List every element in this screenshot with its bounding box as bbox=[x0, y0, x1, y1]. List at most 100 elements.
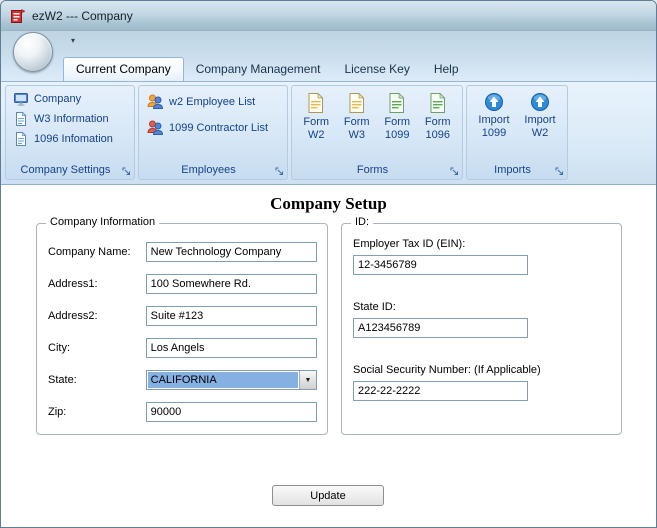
import-w2-button[interactable]: Import W2 bbox=[520, 89, 560, 163]
group-label-text: Company Settings bbox=[20, 164, 111, 176]
ein-input[interactable] bbox=[353, 255, 528, 275]
ribbon-item-label: W3 Information bbox=[34, 113, 109, 125]
ribbon: Company W3 Information 1096 Infomation C… bbox=[1, 81, 656, 185]
import-circle-icon bbox=[484, 92, 504, 112]
field-row-address2: Address2: bbox=[48, 306, 317, 326]
import-button-label: 1099 bbox=[481, 127, 507, 139]
dialog-launcher-icon[interactable] bbox=[555, 166, 564, 175]
form-document-icon bbox=[386, 92, 408, 114]
ribbon-chrome-top: ▾ Current Company Company Management Lic… bbox=[1, 31, 656, 81]
window-title: ezW2 --- Company bbox=[32, 8, 133, 23]
ribbon-item-company[interactable]: Company bbox=[10, 89, 130, 109]
import-1099-button[interactable]: Import 1099 bbox=[474, 89, 514, 163]
ribbon-group-forms: Form W2 Form W3 Form 1099 Form 1096 Form… bbox=[291, 85, 463, 180]
groupbox-legend-company-information: Company Information bbox=[46, 216, 160, 228]
form-button-label: Form bbox=[384, 116, 411, 128]
ribbon-group-employees: w2 Employee List 1099 Contractor List Em… bbox=[138, 85, 288, 180]
people-icon bbox=[146, 119, 164, 137]
groupbox-legend-id: ID: bbox=[351, 216, 374, 228]
form-button-label: 1099 bbox=[385, 129, 410, 141]
ribbon-item-label: w2 Employee List bbox=[169, 96, 256, 108]
company-setup-panel: Company Setup Company Information Compan… bbox=[1, 185, 656, 527]
group-label-text: Forms bbox=[356, 164, 389, 176]
import-circle-icon bbox=[530, 92, 550, 112]
import-button-label: Import bbox=[524, 114, 556, 126]
page-title: Company Setup bbox=[270, 194, 387, 213]
form-button-label: Form bbox=[343, 116, 370, 128]
ribbon-item-label: 1099 Contractor List bbox=[169, 122, 269, 134]
field-row-state: State: CALIFORNIA ▼ bbox=[48, 370, 317, 390]
dialog-launcher-icon[interactable] bbox=[450, 166, 459, 175]
ribbon-item-label: 1096 Infomation bbox=[34, 133, 113, 145]
city-input[interactable] bbox=[145, 338, 317, 358]
company-name-label: Company Name: bbox=[48, 246, 131, 258]
state-id-label: State ID: bbox=[353, 301, 396, 313]
update-button[interactable]: Update bbox=[272, 485, 384, 506]
form-1099-button[interactable]: Form 1099 bbox=[377, 89, 417, 163]
zip-input[interactable] bbox=[145, 402, 317, 422]
app-window: ezW2 --- Company ▾ Current Company Compa… bbox=[0, 0, 657, 528]
ribbon-tabstrip: Current Company Company Management Licen… bbox=[1, 57, 656, 81]
form-1096-button[interactable]: Form 1096 bbox=[418, 89, 458, 163]
ribbon-item-1096-infomation[interactable]: 1096 Infomation bbox=[10, 129, 130, 149]
dialog-launcher-icon[interactable] bbox=[275, 166, 284, 175]
ein-label: Employer Tax ID (EIN): bbox=[353, 238, 466, 250]
tab-current-company[interactable]: Current Company bbox=[63, 57, 184, 81]
tab-company-management[interactable]: Company Management bbox=[184, 58, 333, 81]
w3-document-icon bbox=[13, 111, 29, 127]
state-selected-value: CALIFORNIA bbox=[147, 372, 298, 388]
quick-access-dropdown[interactable]: ▾ bbox=[67, 35, 79, 47]
address2-label: Address2: bbox=[48, 310, 98, 322]
city-label: City: bbox=[48, 342, 70, 354]
field-row-zip: Zip: bbox=[48, 402, 317, 422]
ribbon-item-w3-information[interactable]: W3 Information bbox=[10, 109, 130, 129]
group-label-imports: Imports bbox=[467, 163, 567, 179]
state-id-input[interactable] bbox=[353, 318, 528, 338]
ribbon-item-w2-employee-list[interactable]: w2 Employee List bbox=[143, 89, 283, 115]
import-button-label: Import bbox=[478, 114, 510, 126]
ribbon-item-label: Company bbox=[34, 93, 82, 105]
import-button-label: W2 bbox=[531, 127, 549, 139]
form-document-icon bbox=[427, 92, 449, 114]
form-button-label: W2 bbox=[308, 129, 325, 141]
form-button-label: Form bbox=[303, 116, 330, 128]
address2-input[interactable] bbox=[145, 306, 317, 326]
field-row-company-name: Company Name: bbox=[48, 242, 317, 262]
form-button-label: 1096 bbox=[425, 129, 450, 141]
application-menu-button[interactable] bbox=[13, 32, 53, 72]
dialog-launcher-icon[interactable] bbox=[122, 166, 131, 175]
employees-items: w2 Employee List 1099 Contractor List bbox=[139, 86, 287, 163]
company-icon bbox=[13, 91, 29, 107]
people-icon bbox=[146, 93, 164, 111]
company-information-groupbox: Company Information Company Name: Addres… bbox=[36, 216, 328, 435]
tab-help[interactable]: Help bbox=[422, 58, 471, 81]
app-icon[interactable] bbox=[10, 8, 26, 24]
form-w2-button[interactable]: Form W2 bbox=[296, 89, 336, 163]
state-label: State: bbox=[48, 374, 77, 386]
address1-label: Address1: bbox=[48, 278, 98, 290]
form-button-label: W3 bbox=[348, 129, 366, 141]
address1-input[interactable] bbox=[145, 274, 317, 294]
1096-document-icon bbox=[13, 131, 29, 147]
tab-license-key[interactable]: License Key bbox=[332, 58, 421, 81]
form-button-label: Form bbox=[424, 116, 451, 128]
ribbon-item-1099-contractor-list[interactable]: 1099 Contractor List bbox=[143, 115, 283, 141]
form-document-icon bbox=[305, 92, 327, 114]
chevron-down-icon[interactable]: ▼ bbox=[299, 371, 316, 389]
group-label-text: Imports bbox=[494, 164, 531, 176]
form-w3-button[interactable]: Form W3 bbox=[337, 89, 377, 163]
form-document-icon bbox=[346, 92, 368, 114]
group-label-employees: Employees bbox=[139, 163, 287, 179]
field-row-city: City: bbox=[48, 338, 317, 358]
field-row-address1: Address1: bbox=[48, 274, 317, 294]
titlebar: ezW2 --- Company bbox=[1, 1, 656, 31]
ribbon-group-company-settings: Company W3 Information 1096 Infomation C… bbox=[5, 85, 135, 180]
group-label-text: Employees bbox=[181, 164, 236, 176]
company-name-input[interactable] bbox=[145, 242, 317, 262]
group-label-company-settings: Company Settings bbox=[6, 163, 134, 179]
ssn-input[interactable] bbox=[353, 381, 528, 401]
ribbon-group-imports: Import 1099 Import W2 Imports bbox=[466, 85, 568, 180]
state-select[interactable]: CALIFORNIA ▼ bbox=[145, 370, 317, 390]
company-settings-items: Company W3 Information 1096 Infomation bbox=[6, 86, 134, 163]
zip-label: Zip: bbox=[48, 406, 67, 418]
